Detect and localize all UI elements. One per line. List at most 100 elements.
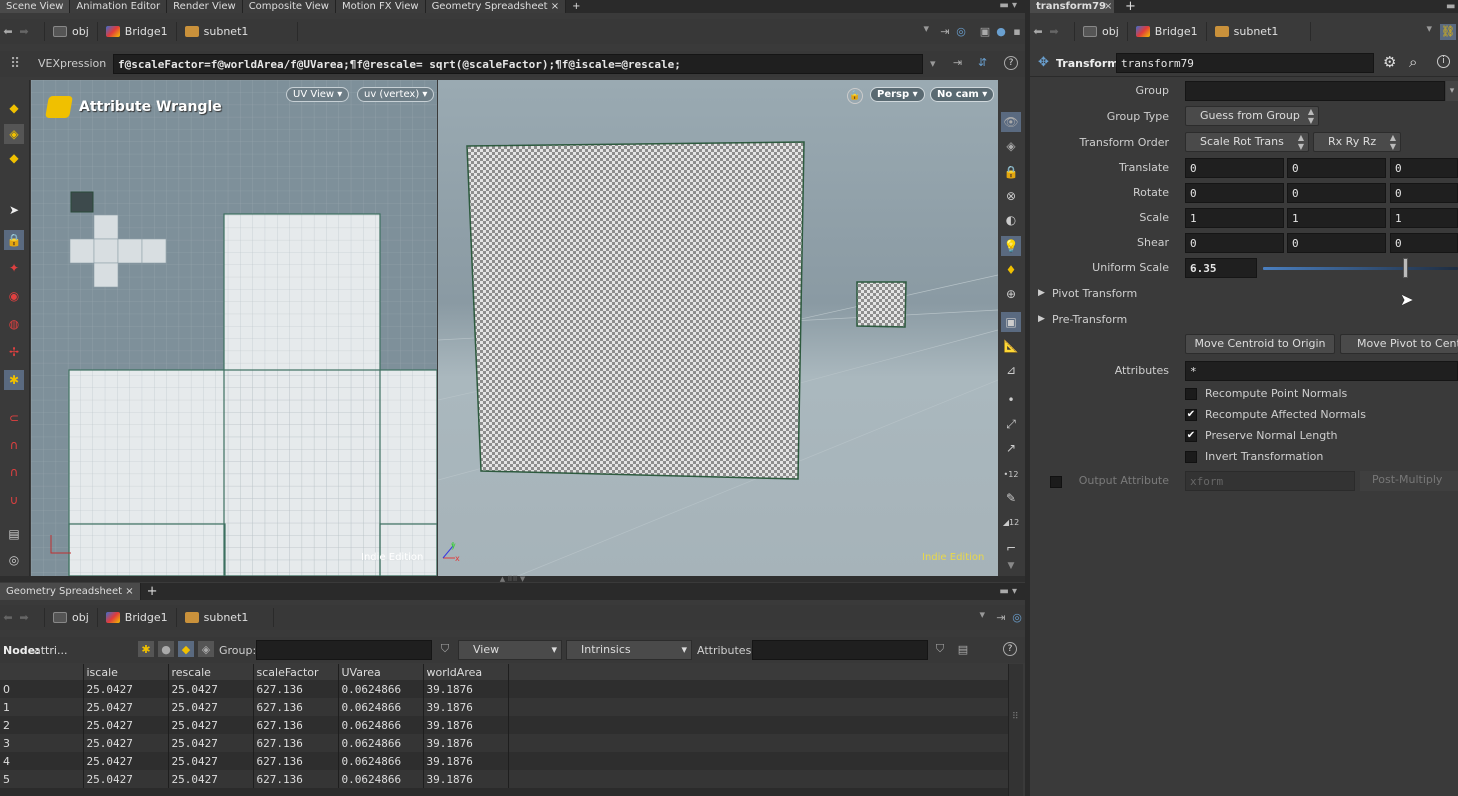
- post-multiply-toggle[interactable]: Post-Multiply: [1360, 471, 1458, 491]
- edge-icon[interactable]: ⤢: [1001, 414, 1021, 434]
- attributes-filter-field[interactable]: [752, 640, 928, 660]
- lock-icon[interactable]: 🔒: [4, 230, 24, 250]
- lock-icon[interactable]: 🔒: [1001, 162, 1021, 182]
- light-bulb-icon[interactable]: ♦: [1001, 260, 1021, 280]
- more-icon[interactable]: ▪: [1009, 24, 1025, 40]
- pane-divider[interactable]: ▲ ⠿⠿ ▼: [0, 576, 1025, 583]
- path-dropdown[interactable]: ▾: [1310, 22, 1440, 41]
- point-icon[interactable]: •: [1001, 390, 1021, 410]
- scale-x-field[interactable]: 1: [1185, 208, 1284, 228]
- paint-icon[interactable]: ◈: [4, 124, 24, 144]
- render-icon[interactable]: ▤: [4, 524, 24, 544]
- active-tool-icon[interactable]: ✱: [4, 370, 24, 390]
- vertex-mode-icon[interactable]: ●: [158, 641, 174, 657]
- rotation-order-menu[interactable]: Rx Ry Rz ▲ ▼: [1313, 132, 1401, 152]
- translate-y-field[interactable]: 0: [1287, 158, 1386, 178]
- path-bridge[interactable]: Bridge1: [96, 608, 176, 627]
- camera-icon[interactable]: ◎: [4, 550, 24, 570]
- table-row[interactable]: 5 25.0427 25.0427 627.136 0.0624866 39.1…: [0, 770, 1008, 788]
- rotate-icon[interactable]: ◍: [4, 314, 24, 334]
- node-name-field[interactable]: transform79: [1116, 53, 1374, 73]
- shading-icon[interactable]: ◐: [1001, 210, 1021, 230]
- uv-vertex-button[interactable]: uv (vertex) ▾: [357, 87, 435, 102]
- align-icon[interactable]: ⇵: [978, 56, 987, 69]
- intrinsics-dropdown[interactable]: Intrinsics ▾: [566, 640, 692, 660]
- pretransform-expand-icon[interactable]: ▶: [1038, 314, 1045, 324]
- slider-handle[interactable]: [1403, 258, 1409, 278]
- move-centroid-button[interactable]: Move Centroid to Origin: [1185, 334, 1335, 354]
- light-icon[interactable]: 💡: [1001, 236, 1021, 256]
- col-header-worldarea[interactable]: worldArea: [423, 664, 509, 680]
- table-row[interactable]: 3 25.0427 25.0427 627.136 0.0624866 39.1…: [0, 734, 1008, 752]
- view-dropdown[interactable]: View ▾: [458, 640, 562, 660]
- shear-y-field[interactable]: 0: [1287, 233, 1386, 253]
- spreadsheet-scrollbar[interactable]: ⠿: [1008, 664, 1023, 796]
- group-filter-field[interactable]: [256, 640, 432, 660]
- path-subnet[interactable]: subnet1: [175, 22, 257, 41]
- tab-geometry-spreadsheet[interactable]: Geometry Spreadsheet ×: [0, 583, 141, 600]
- scroll-down-icon[interactable]: ▼: [1001, 556, 1021, 576]
- camera-button[interactable]: No cam ▾: [930, 87, 995, 102]
- group-type-menu[interactable]: Guess from Group ▲ ▼: [1185, 106, 1319, 126]
- pin-icon[interactable]: ⇥: [937, 24, 953, 40]
- window-button-icon[interactable]: ▬: [1446, 0, 1455, 13]
- table-row[interactable]: 2 25.0427 25.0427 627.136 0.0624866 39.1…: [0, 716, 1008, 734]
- shear-x-field[interactable]: 0: [1185, 233, 1284, 253]
- handle-icon[interactable]: ✦: [4, 258, 24, 278]
- path-obj[interactable]: obj: [44, 22, 97, 41]
- large-plane[interactable]: [466, 141, 805, 480]
- scene-viewport[interactable]: y x 🔒 Persp ▾ No cam ▾ Indie Edition: [438, 80, 998, 576]
- detail-mode-icon[interactable]: ◈: [198, 641, 214, 657]
- path-dropdown[interactable]: ▾: [297, 22, 937, 41]
- link-icon[interactable]: ◎: [1009, 610, 1025, 626]
- path-bridge[interactable]: Bridge1: [96, 22, 176, 41]
- cube-icon[interactable]: ▣: [977, 24, 993, 40]
- gear-icon[interactable]: ⚙: [1383, 53, 1396, 71]
- window-buttons[interactable]: ▬ ▾: [999, 0, 1025, 13]
- col-header-scalefactor[interactable]: scaleFactor: [253, 664, 339, 680]
- sphere-icon[interactable]: ●: [993, 24, 1009, 40]
- pre-transform-folder[interactable]: Pre-Transform: [1052, 313, 1127, 326]
- pin-icon[interactable]: ⇥: [953, 56, 962, 69]
- tab-animation-editor[interactable]: Animation Editor: [70, 0, 168, 13]
- pin-icon[interactable]: ⇥: [993, 610, 1009, 626]
- columns-icon[interactable]: ▤: [955, 641, 971, 657]
- path-dropdown[interactable]: ▾: [273, 608, 993, 627]
- background-icon[interactable]: ▣: [1001, 312, 1021, 332]
- group-dropdown[interactable]: ▾: [1446, 81, 1458, 101]
- lock-camera-icon[interactable]: 🔒: [847, 88, 863, 104]
- snap-magnet-icon[interactable]: ∪: [4, 490, 24, 510]
- close-icon[interactable]: ×: [1104, 0, 1112, 13]
- col-header-rescale[interactable]: rescale: [168, 664, 254, 680]
- close-icon[interactable]: ×: [551, 1, 559, 12]
- filter-icon[interactable]: ⛉: [437, 641, 453, 657]
- visibility-icon[interactable]: ⊗: [1001, 186, 1021, 206]
- vertex-normal-icon[interactable]: ✎: [1001, 488, 1021, 508]
- back-arrow-icon[interactable]: ⬅: [0, 24, 16, 40]
- scale-z-field[interactable]: 1: [1390, 208, 1458, 228]
- ghost-icon[interactable]: ◈: [1001, 136, 1021, 156]
- tab-geometry-spreadsheet[interactable]: Geometry Spreadsheet ×: [425, 0, 567, 13]
- close-icon[interactable]: ×: [125, 586, 133, 597]
- snap-icon[interactable]: ⊿: [1001, 360, 1021, 380]
- tab-transform79[interactable]: transform79: [1030, 0, 1114, 13]
- pivot-transform-folder[interactable]: Pivot Transform: [1052, 287, 1137, 300]
- forward-arrow-icon[interactable]: ➡: [16, 610, 32, 626]
- add-tab-icon[interactable]: +: [566, 0, 586, 13]
- small-plane[interactable]: [856, 281, 907, 328]
- pivot-expand-icon[interactable]: ▶: [1038, 288, 1045, 298]
- select-arrow-icon[interactable]: ➤: [4, 200, 24, 220]
- view-icon[interactable]: ◉: [4, 286, 24, 306]
- rotate-z-field[interactable]: 0: [1390, 183, 1458, 203]
- brush-icon[interactable]: ◆: [4, 98, 24, 118]
- rotate-y-field[interactable]: 0: [1287, 183, 1386, 203]
- output-attribute-field[interactable]: xform: [1185, 471, 1355, 491]
- recompute-point-normals-checkbox[interactable]: [1185, 388, 1197, 400]
- group-field[interactable]: [1185, 81, 1445, 101]
- recompute-affected-normals-checkbox[interactable]: ✔: [1185, 409, 1197, 421]
- info-icon[interactable]: i: [1437, 55, 1450, 68]
- col-header-iscale[interactable]: iscale: [83, 664, 169, 680]
- help-icon[interactable]: ?: [1003, 642, 1017, 656]
- window-buttons[interactable]: ▬ ▾: [999, 583, 1025, 600]
- display-options-icon[interactable]: 👁: [1001, 112, 1021, 132]
